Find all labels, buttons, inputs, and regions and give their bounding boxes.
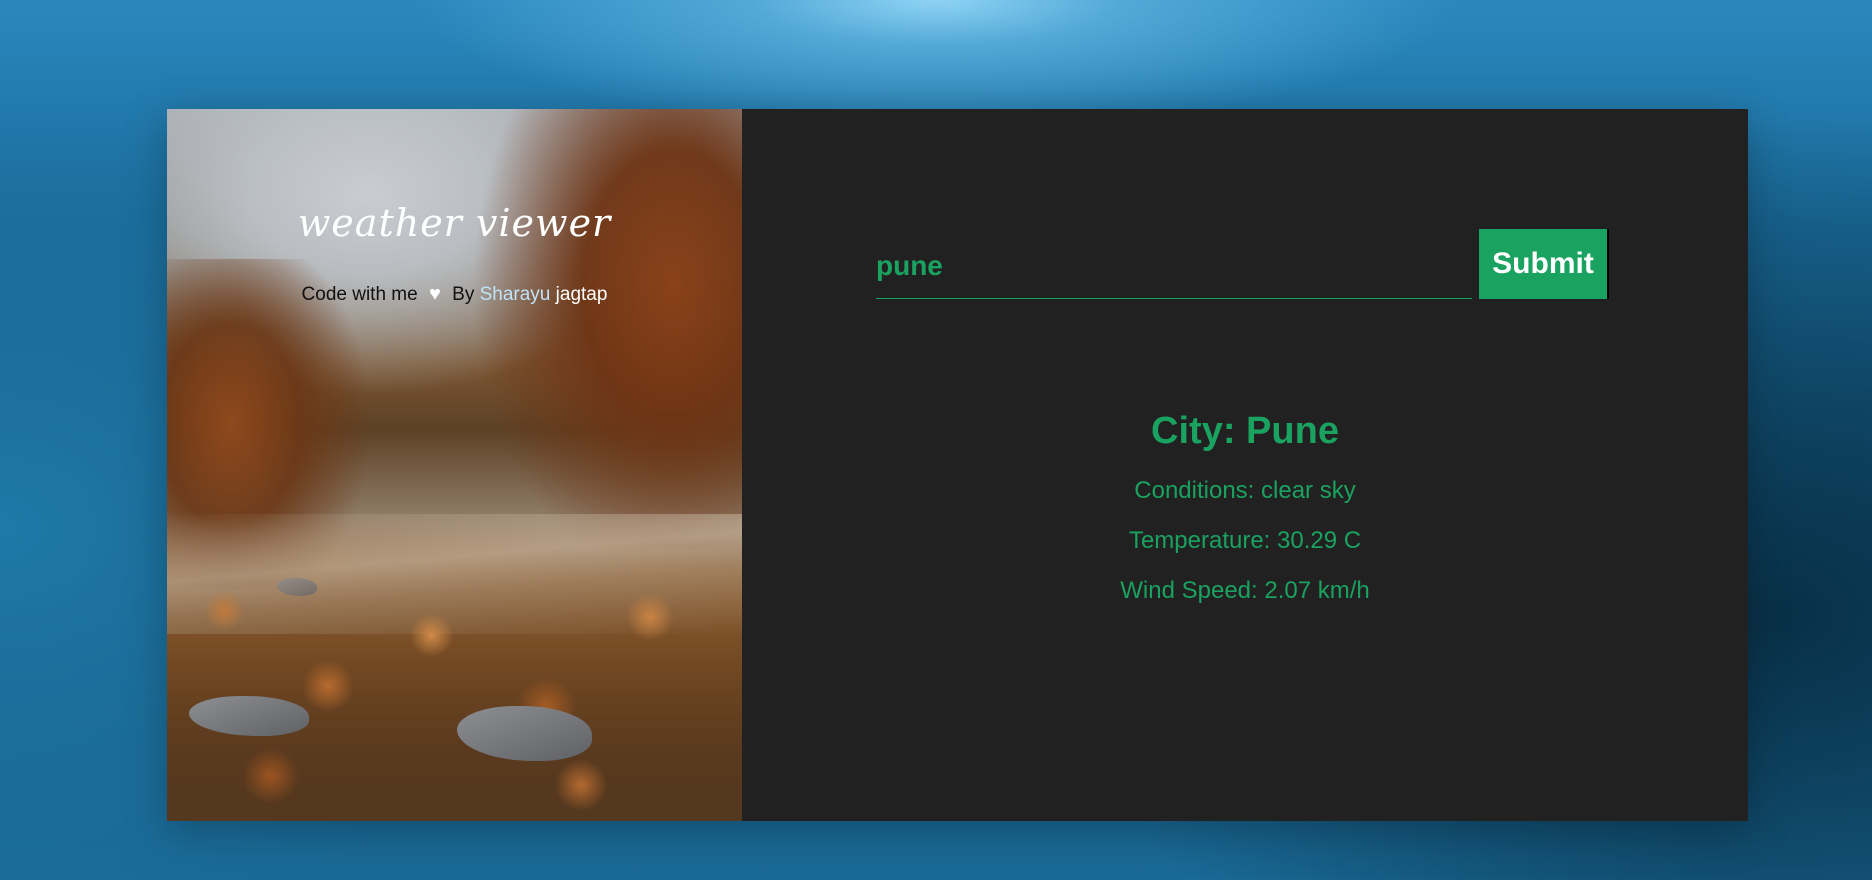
weather-results: City: Pune Conditions: clear sky Tempera… [742, 409, 1748, 627]
autumn-trees-right [442, 109, 742, 549]
credit-line: Code with me ♥ By Sharayu jagtap [167, 283, 742, 306]
city-input[interactable] [876, 233, 1472, 299]
temperature-text: Temperature: 30.29 C [1128, 527, 1362, 554]
weather-panel: Submit City: Pune Conditions: clear sky … [742, 109, 1748, 821]
author-last-name: jagtap [555, 284, 608, 305]
credit-by: By [452, 284, 475, 305]
author-first-name: Sharayu [479, 284, 551, 305]
conditions-text: Conditions: clear sky [1134, 477, 1356, 504]
city-heading: City: Pune [1151, 410, 1339, 452]
fallen-leaves [167, 521, 742, 821]
hero-image-panel: weather viewer Code with me ♥ By Sharayu… [167, 109, 742, 821]
wind-speed-text: Wind Speed: 2.07 km/h [1120, 577, 1370, 604]
search-form: Submit [876, 229, 1609, 299]
weather-card: weather viewer Code with me ♥ By Sharayu… [167, 109, 1748, 821]
credit-prefix: Code with me [301, 284, 418, 305]
app-title: weather viewer [297, 201, 612, 245]
submit-button[interactable]: Submit [1479, 229, 1609, 299]
heart-icon: ♥ [428, 283, 441, 305]
